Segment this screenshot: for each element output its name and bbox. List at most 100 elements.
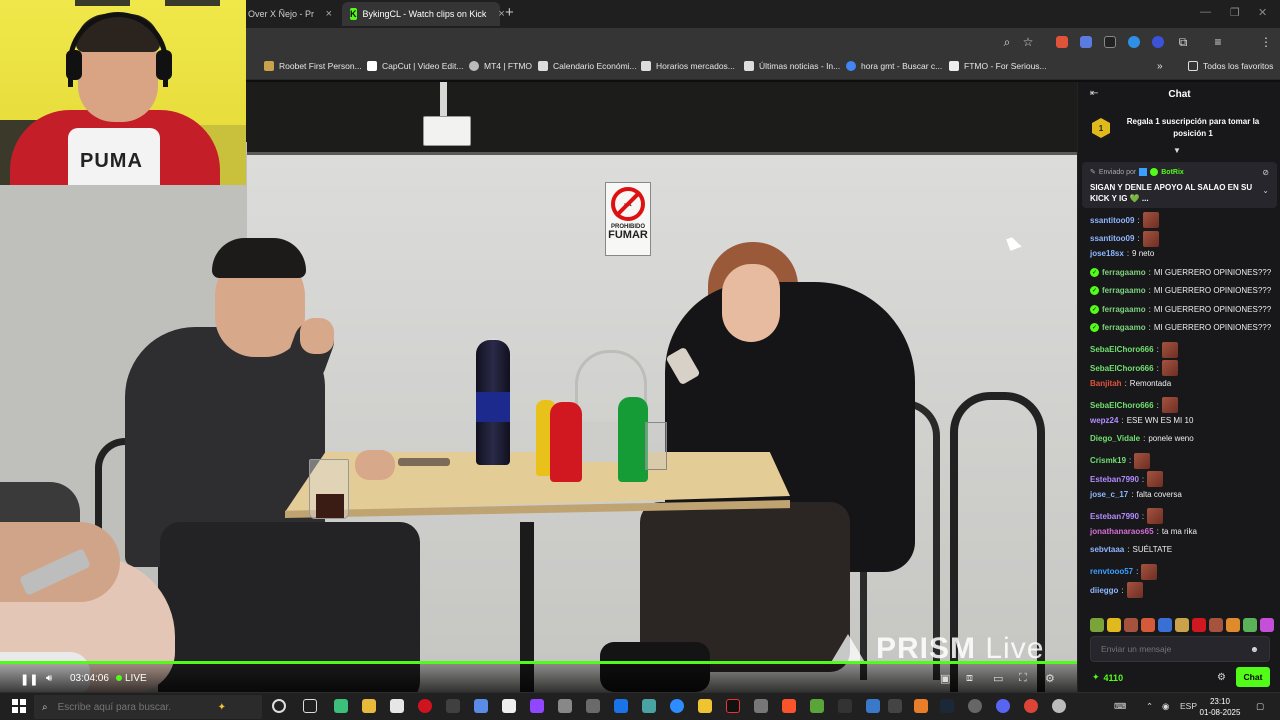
chat-message[interactable]: jose18sx:9 neto xyxy=(1090,249,1154,258)
sticky-notes-icon[interactable] xyxy=(698,699,712,713)
emote-icon[interactable] xyxy=(1090,618,1104,632)
emote-icon[interactable] xyxy=(1175,618,1189,632)
chat-username[interactable]: Diego_Vidale xyxy=(1090,434,1140,443)
document-icon[interactable] xyxy=(502,699,516,713)
taskbar-clock[interactable]: 23:10 01-08-2025 xyxy=(1196,696,1244,718)
chat-message[interactable]: jonathanaraos65: ta ma rika xyxy=(1090,527,1197,536)
chat-message[interactable]: renvtooo57: xyxy=(1090,563,1158,580)
bookmark-star-icon[interactable]: ☆ xyxy=(1020,34,1036,50)
emote-icon[interactable] xyxy=(1158,618,1172,632)
app-icon[interactable] xyxy=(888,699,902,713)
app-icon[interactable] xyxy=(586,699,600,713)
steam-icon[interactable] xyxy=(940,699,954,713)
chat-username[interactable]: Esteban7990 xyxy=(1090,475,1139,484)
settings-icon[interactable] xyxy=(558,699,572,713)
chrome-icon[interactable] xyxy=(1024,699,1038,713)
chat-username[interactable]: ferragaamo xyxy=(1102,323,1146,332)
close-tab-icon[interactable]: × xyxy=(326,8,332,20)
clip-icon[interactable]: ▣ xyxy=(940,672,950,685)
network-icon[interactable]: ◉ xyxy=(1162,701,1169,712)
brave-icon[interactable] xyxy=(782,699,796,713)
chat-message[interactable]: ✓ ferragaamo: MI GUERRERO OPINIONES??? xyxy=(1090,323,1271,332)
chat-username[interactable]: jose18sx xyxy=(1090,249,1124,258)
emote-icon[interactable] xyxy=(1243,618,1257,632)
pause-icon[interactable]: ❚❚ xyxy=(20,673,38,686)
chat-username[interactable]: SebaElChoro666 xyxy=(1090,364,1154,373)
pinned-message[interactable]: ✎ Enviado por BotRix ⊘ SIGAN Y DENLE APO… xyxy=(1082,162,1277,208)
hide-pinned-icon[interactable]: ⊘ xyxy=(1262,168,1269,177)
notepad-icon[interactable] xyxy=(390,699,404,713)
chat-username[interactable]: renvtooo57 xyxy=(1090,567,1133,576)
send-chat-button[interactable]: Chat xyxy=(1236,667,1270,687)
app-icon[interactable] xyxy=(642,699,656,713)
app-icon[interactable] xyxy=(866,699,880,713)
task-view-icon[interactable] xyxy=(303,699,317,713)
chat-input-box[interactable]: ☻ xyxy=(1090,636,1270,662)
tab-over-x-nejo[interactable]: Over X Ñejo - Prep × xyxy=(240,2,340,26)
extension-dark-icon[interactable] xyxy=(1104,36,1116,48)
chat-message[interactable]: ✓ ferragaamo: MI GUERRERO OPINIONES??? xyxy=(1090,286,1271,295)
chat-message[interactable]: diieggo: xyxy=(1090,582,1143,598)
extension-circle-icon[interactable] xyxy=(1152,36,1164,48)
language-indicator[interactable]: ESP xyxy=(1180,701,1197,711)
extension-translate-icon[interactable] xyxy=(1080,36,1092,48)
chat-message[interactable]: sebvtaaa: SUÉLTATE xyxy=(1090,545,1172,554)
chat-message[interactable]: ✓ ferragaamo: MI GUERRERO OPINIONES??? xyxy=(1090,304,1271,314)
chat-message[interactable]: SebaElChoro666: xyxy=(1090,341,1178,358)
extension-fox-icon[interactable] xyxy=(1056,36,1068,48)
chat-message[interactable]: Esteban7990: xyxy=(1090,471,1164,487)
chat-username[interactable]: ssantitoo09 xyxy=(1090,216,1134,225)
taskbar-search-input[interactable] xyxy=(57,701,208,713)
chat-username[interactable]: ferragaamo xyxy=(1102,305,1146,314)
gift-leaderboard-banner[interactable]: 1 Regala 1 suscripción para tomar la pos… xyxy=(1078,110,1280,146)
bookmark-calendario[interactable]: Calendario Económi... xyxy=(538,61,637,71)
chat-username[interactable]: wepz24 xyxy=(1090,416,1118,425)
tiktok-icon[interactable] xyxy=(726,699,740,713)
chat-username[interactable]: sebvtaaa xyxy=(1090,545,1124,554)
app-icon[interactable] xyxy=(914,699,928,713)
chat-message[interactable]: Esteban7990: xyxy=(1090,508,1164,524)
twitch-icon[interactable] xyxy=(530,699,544,713)
maximize-icon[interactable]: ❐ xyxy=(1230,6,1240,19)
minecraft-icon[interactable] xyxy=(810,699,824,713)
app-icon[interactable] xyxy=(334,699,348,713)
chat-message[interactable]: wepz24: ESE WN ES MI 10 xyxy=(1090,416,1193,425)
chat-username[interactable]: ferragaamo xyxy=(1102,268,1146,277)
close-tab-icon[interactable]: × xyxy=(498,8,504,20)
bookmark-ftmo[interactable]: FTMO - For Serious... xyxy=(949,61,1047,71)
theater-mode-icon[interactable]: ▭ xyxy=(993,672,1003,685)
settings-gear-icon[interactable]: ⚙ xyxy=(1045,672,1055,685)
opera-icon[interactable] xyxy=(418,699,432,713)
chat-message[interactable]: ssantitoo09: xyxy=(1090,212,1159,228)
chat-username[interactable]: SebaElChoro666 xyxy=(1090,401,1154,410)
more-bookmarks-icon[interactable]: » xyxy=(1157,61,1163,72)
volume-icon[interactable]: 🔊︎ xyxy=(46,673,52,684)
live-indicator[interactable]: LIVE xyxy=(116,673,147,684)
discord-icon[interactable] xyxy=(996,699,1010,713)
emote-icon[interactable] xyxy=(1124,618,1138,632)
chat-username[interactable]: Esteban7990 xyxy=(1090,512,1139,521)
bookmark-mt4[interactable]: MT4 | FTMO xyxy=(469,61,532,71)
chat-message[interactable]: Crismk19: xyxy=(1090,452,1151,469)
minimize-icon[interactable]: — xyxy=(1200,6,1211,18)
chat-username[interactable]: diieggo xyxy=(1090,586,1118,595)
chat-message[interactable]: Banjitah: Remontada xyxy=(1090,379,1171,388)
chat-message[interactable]: ssantitoo09: xyxy=(1090,230,1159,247)
app-icon[interactable] xyxy=(754,699,768,713)
bookmark-capcut[interactable]: CapCut | Video Edit... xyxy=(367,61,463,71)
miniplayer-icon[interactable]: ⧈ xyxy=(966,672,973,685)
chevron-down-icon[interactable]: ⌄ xyxy=(1262,186,1269,195)
all-bookmarks-folder[interactable]: Todos los favoritos xyxy=(1188,61,1273,71)
emoji-picker-icon[interactable]: ☻ xyxy=(1250,644,1259,654)
app-icon[interactable] xyxy=(968,699,982,713)
chevron-up-icon[interactable]: ⌃ xyxy=(1146,701,1153,712)
chat-username[interactable]: Crismk19 xyxy=(1090,456,1126,465)
chat-message-input[interactable] xyxy=(1101,644,1241,654)
zoom-icon[interactable] xyxy=(670,699,684,713)
emote-icon[interactable] xyxy=(1226,618,1240,632)
windows-start-icon[interactable] xyxy=(12,699,26,713)
app-icon[interactable] xyxy=(446,699,460,713)
chat-username[interactable]: SebaElChoro666 xyxy=(1090,345,1154,354)
chat-username[interactable]: jose_c_17 xyxy=(1090,490,1128,499)
notifications-icon[interactable]: ▢ xyxy=(1256,701,1264,712)
